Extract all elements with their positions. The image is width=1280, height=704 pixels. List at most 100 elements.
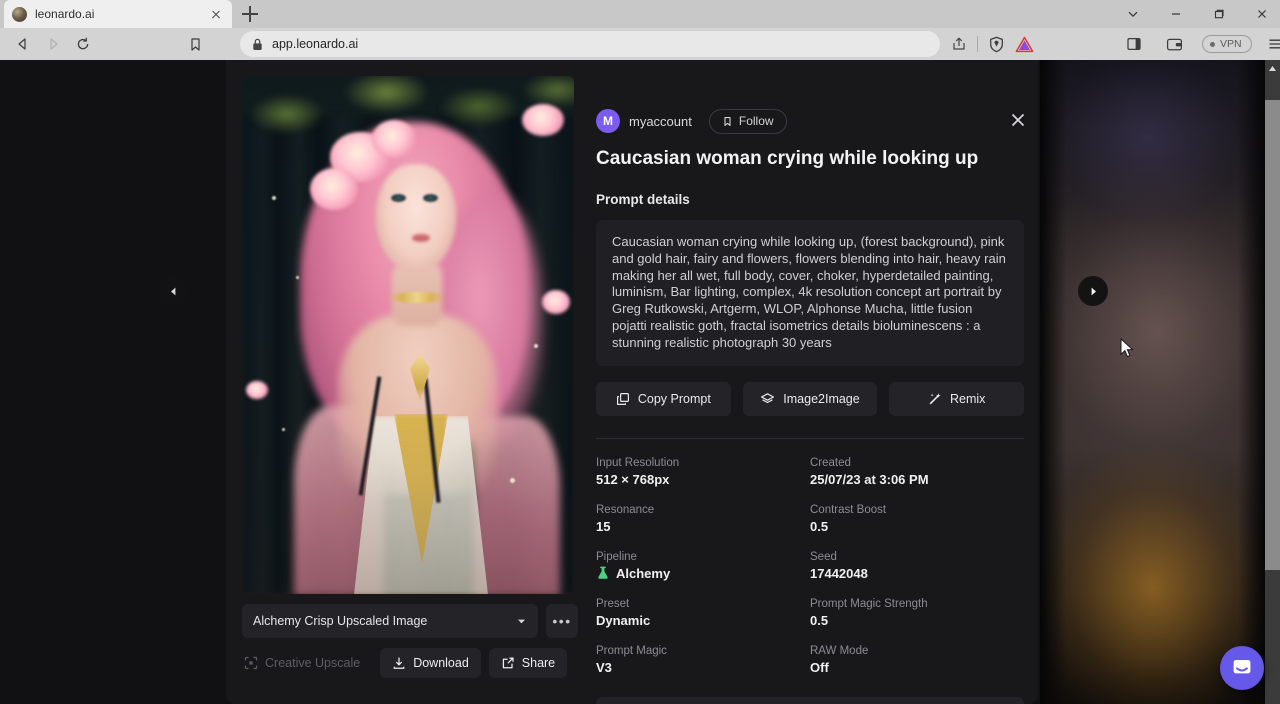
- carousel-next-button[interactable]: [1078, 276, 1108, 306]
- metadata-label: Contrast Boost: [810, 504, 1024, 516]
- follow-label: Follow: [739, 114, 774, 128]
- creative-upscale-button[interactable]: Creative Upscale: [242, 648, 372, 678]
- metadata-label: Preset: [596, 598, 810, 610]
- share-external-icon: [501, 656, 515, 670]
- copy-icon: [616, 392, 630, 406]
- metadata-value: 25/07/23 at 3:06 PM: [810, 472, 1024, 487]
- close-icon[interactable]: [208, 6, 224, 22]
- copy-prompt-button[interactable]: Copy Prompt: [596, 382, 731, 416]
- image-actions-row: Creative Upscale Download Share: [242, 648, 578, 678]
- forward-button[interactable]: [38, 30, 68, 58]
- brave-wallet-icon[interactable]: [1160, 30, 1188, 58]
- hamburger-menu-icon[interactable]: [1261, 30, 1280, 58]
- artwork-eye-left: [391, 194, 406, 202]
- reload-button[interactable]: [68, 30, 98, 58]
- artwork-flower: [522, 104, 564, 136]
- download-icon: [392, 656, 406, 670]
- download-button[interactable]: Download: [380, 648, 481, 678]
- model-select[interactable]: Alchemy Crisp Upscaled Image: [242, 604, 538, 638]
- more-options-label: •••: [552, 613, 571, 629]
- metadata-value: V3: [596, 660, 810, 675]
- leonardo-extension-icon[interactable]: [1010, 30, 1038, 58]
- artwork-sparkle: [534, 344, 538, 348]
- mouse-cursor: [1120, 338, 1136, 360]
- page-scrollbar[interactable]: [1265, 60, 1280, 704]
- window-close-button[interactable]: [1240, 0, 1280, 28]
- toolbar-divider: [977, 36, 978, 52]
- metadata-label: Created: [810, 457, 1024, 469]
- metadata-value-pipeline: Alchemy: [596, 566, 810, 581]
- remix-button[interactable]: Remix: [889, 382, 1024, 416]
- metadata-label: RAW Mode: [810, 645, 1024, 657]
- intercom-chat-icon: [1231, 657, 1253, 679]
- section-divider: [596, 438, 1024, 439]
- scrollbar-thumb[interactable]: [1265, 100, 1280, 570]
- layers-icon: [760, 392, 775, 406]
- metadata-label: Prompt Magic: [596, 645, 810, 657]
- image2image-label: Image2Image: [783, 392, 859, 406]
- generated-artwork-image[interactable]: [242, 76, 574, 594]
- metadata-item-created: Created 25/07/23 at 3:06 PM: [810, 457, 1024, 487]
- metadata-value: Off: [810, 660, 1024, 675]
- metadata-item-prompt-magic: Prompt Magic V3: [596, 645, 810, 675]
- metadata-item-seed: Seed 17442048: [810, 551, 1024, 581]
- chevron-down-icon: [516, 616, 527, 627]
- window-maximize-button[interactable]: [1197, 0, 1240, 28]
- artwork-flower: [246, 381, 268, 399]
- artwork-flower: [372, 120, 416, 158]
- new-tab-button[interactable]: [240, 4, 260, 24]
- metadata-item-resonance: Resonance 15: [596, 504, 810, 534]
- page-viewport: Alchemy Crisp Upscaled Image ••• Creativ…: [0, 60, 1280, 704]
- creative-upscale-label: Creative Upscale: [265, 656, 360, 670]
- back-button[interactable]: [8, 30, 38, 58]
- artwork-sparkle: [510, 478, 515, 483]
- share-icon[interactable]: [945, 30, 973, 58]
- scroll-up-button[interactable]: [1265, 60, 1280, 77]
- toolbar-right-group-b: VPN: [1120, 28, 1280, 60]
- avatar[interactable]: M: [596, 109, 620, 133]
- carousel-prev-button[interactable]: [158, 276, 188, 306]
- tab-title: leonardo.ai: [35, 7, 200, 21]
- artwork-sparkle: [296, 276, 299, 279]
- artwork-flower: [310, 168, 358, 210]
- pipeline-value: Alchemy: [616, 566, 670, 581]
- generate-with-this-model-button[interactable]: Generate with this model: [596, 697, 1024, 704]
- metadata-value: 17442048: [810, 566, 1024, 581]
- metadata-item-prompt-magic-strength: Prompt Magic Strength 0.5: [810, 598, 1024, 628]
- background-edge-right: [1238, 60, 1265, 704]
- close-modal-button[interactable]: [1008, 110, 1032, 134]
- browser-chrome: leonardo.ai: [0, 0, 1280, 60]
- metadata-item-pipeline: Pipeline Alchemy: [596, 551, 810, 581]
- modal-image-panel: Alchemy Crisp Upscaled Image ••• Creativ…: [226, 60, 594, 704]
- model-select-value: Alchemy Crisp Upscaled Image: [253, 614, 516, 628]
- metadata-label: Seed: [810, 551, 1024, 563]
- metadata-value: Dynamic: [596, 613, 810, 628]
- share-label: Share: [522, 656, 555, 670]
- image2image-button[interactable]: Image2Image: [743, 382, 878, 416]
- bookmark-icon: [722, 116, 733, 127]
- author-name[interactable]: myaccount: [629, 114, 692, 129]
- address-bar-url: app.leonardo.ai: [272, 37, 358, 51]
- more-options-button[interactable]: •••: [546, 604, 578, 638]
- vpn-button[interactable]: VPN: [1202, 35, 1252, 53]
- toolbar-right-group-a: [945, 28, 1038, 60]
- browser-tab[interactable]: leonardo.ai: [4, 0, 232, 28]
- metadata-item-preset: Preset Dynamic: [596, 598, 810, 628]
- bookmark-icon[interactable]: [180, 30, 210, 58]
- copy-prompt-label: Copy Prompt: [638, 392, 711, 406]
- follow-button[interactable]: Follow: [709, 109, 787, 134]
- address-bar[interactable]: app.leonardo.ai: [240, 31, 940, 57]
- sidebar-panel-icon[interactable]: [1120, 30, 1148, 58]
- share-button[interactable]: Share: [489, 648, 567, 678]
- chevron-down-icon[interactable]: [1111, 0, 1154, 28]
- tab-strip: leonardo.ai: [0, 0, 1280, 28]
- metadata-label: Resonance: [596, 504, 810, 516]
- window-minimize-button[interactable]: [1154, 0, 1197, 28]
- metadata-value: 512 × 768px: [596, 472, 810, 487]
- artwork-lips: [412, 234, 430, 242]
- artwork-flower: [542, 290, 570, 314]
- metadata-label: Prompt Magic Strength: [810, 598, 1024, 610]
- brave-shields-icon[interactable]: [982, 30, 1010, 58]
- vpn-status-dot: [1210, 42, 1215, 47]
- intercom-chat-button[interactable]: [1220, 646, 1264, 690]
